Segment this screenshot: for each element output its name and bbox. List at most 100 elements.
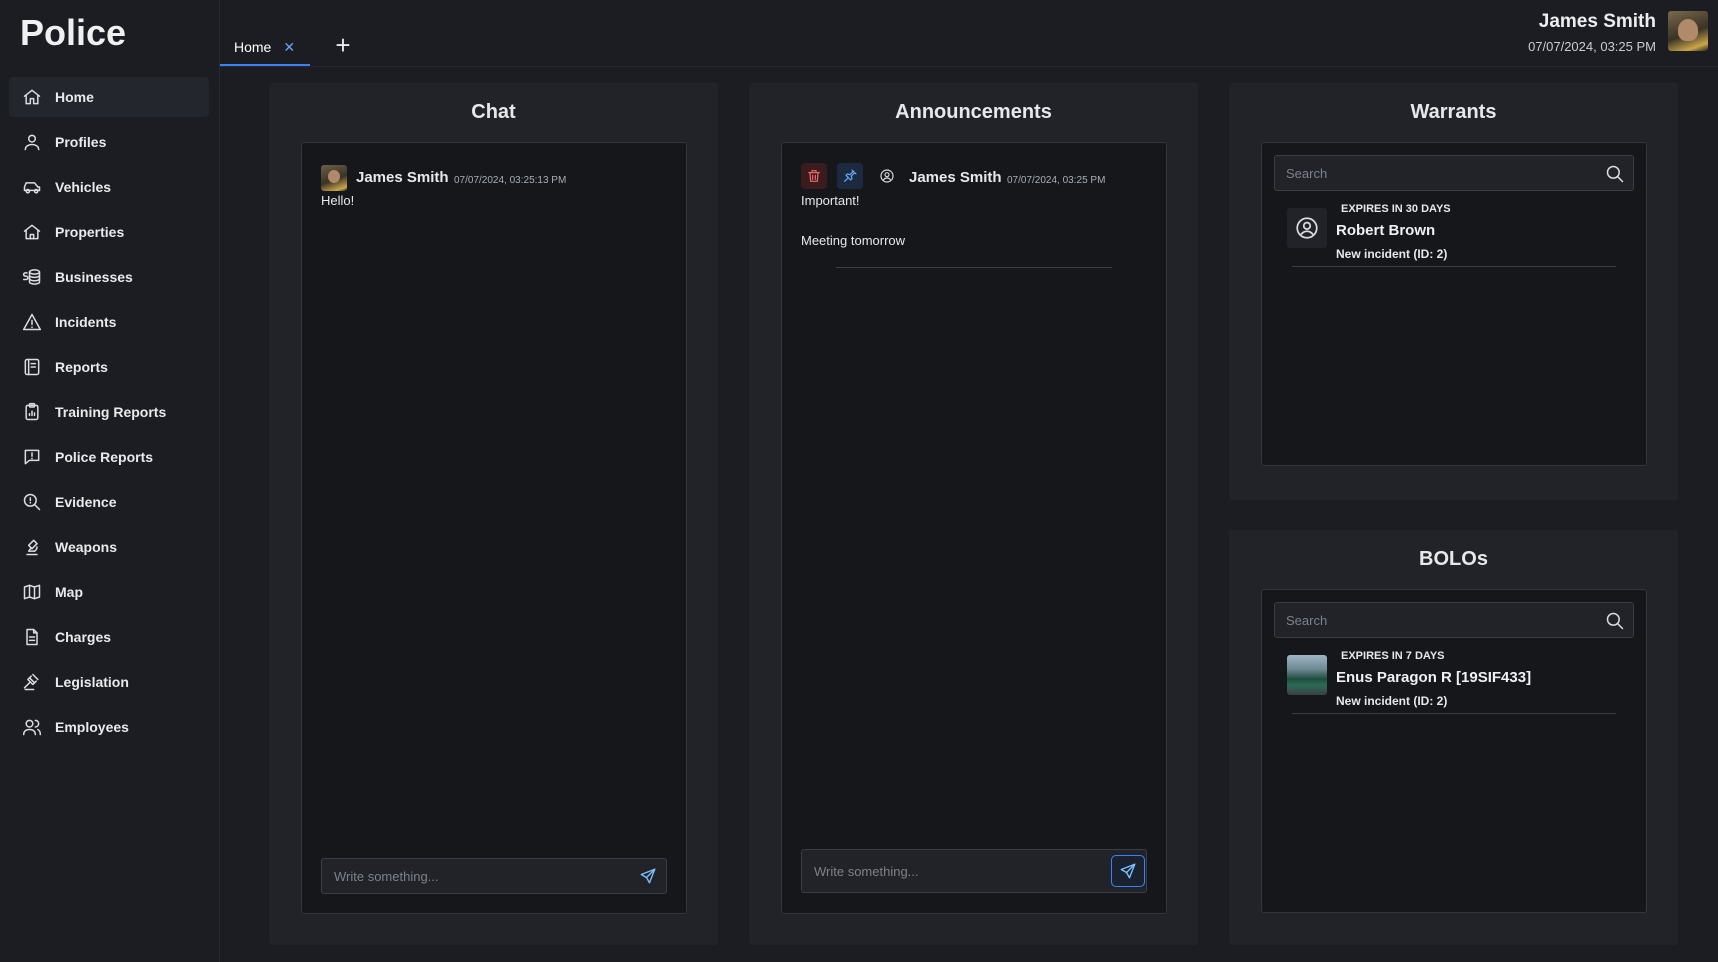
sidebar-item-reports[interactable]: Reports (9, 347, 209, 387)
search-input[interactable] (1286, 156, 1594, 190)
current-datetime: 07/07/2024, 03:25 PM (1528, 39, 1656, 54)
entry-divider (1292, 266, 1616, 267)
sidebar-item-label: Reports (55, 359, 108, 375)
chat-title: Chat (471, 101, 516, 123)
sidebar-item-label: Map (55, 584, 83, 600)
warrants-panel: Warrants EXPIRES IN 30 DAYS Robert Brown… (1229, 83, 1678, 500)
document-icon (21, 626, 43, 648)
sidebar-item-police-reports[interactable]: Police Reports (9, 437, 209, 477)
sidebar-item-home[interactable]: Home (9, 77, 209, 117)
user-icon (21, 131, 43, 153)
top-bar: Home ✕ + James Smith 07/07/2024, 03:25 P… (220, 0, 1718, 67)
sidebar-item-evidence[interactable]: Evidence (9, 482, 209, 522)
bolo-expiry: EXPIRES IN 7 DAYS (1341, 650, 1445, 662)
warning-icon (21, 311, 43, 333)
bolos-list: EXPIRES IN 7 DAYS Enus Paragon R [19SIF4… (1261, 589, 1647, 913)
announcement-input[interactable] (814, 850, 1102, 892)
search-icon[interactable] (1603, 609, 1627, 633)
send-button[interactable] (1111, 855, 1145, 887)
map-icon (21, 581, 43, 603)
warrant-item[interactable]: EXPIRES IN 30 DAYS Robert Brown New inci… (1287, 203, 1616, 267)
clipboard-icon (21, 401, 43, 423)
author-profile-button[interactable] (874, 163, 900, 189)
user-avatar-icon (1287, 208, 1327, 248)
chat-messages: James Smith 07/07/2024, 03:25:13 PM Hell… (301, 142, 687, 914)
avatar[interactable] (1668, 11, 1708, 51)
announcement-heading: Important! (801, 193, 860, 208)
sidebar-item-label: Profiles (55, 134, 107, 150)
chat-message-input[interactable] (334, 859, 622, 893)
tab-label: Home (234, 39, 272, 55)
sidebar-item-label: Police Reports (55, 449, 154, 465)
send-button[interactable] (633, 861, 663, 891)
sidebar-item-label: Employees (55, 719, 129, 735)
sidebar-item-legislation[interactable]: Legislation (9, 662, 209, 702)
sidebar-item-map[interactable]: Map (9, 572, 209, 612)
search-icon[interactable] (1603, 162, 1627, 186)
announcement-compose (801, 849, 1147, 893)
sidebar-item-profiles[interactable]: Profiles (9, 122, 209, 162)
announcements-panel: Announcements James Smith 07/07/2024, 03… (749, 83, 1198, 945)
delete-button[interactable] (801, 163, 827, 189)
announcement-time: 07/07/2024, 03:25 PM (1007, 175, 1106, 186)
add-tab-button[interactable]: + (330, 32, 356, 58)
user-name: James Smith (1538, 11, 1656, 32)
message-author: James Smith (356, 169, 449, 186)
report-icon (21, 356, 43, 378)
warrants-title: Warrants (1410, 101, 1497, 123)
car-icon (21, 176, 43, 198)
sidebar-item-weapons[interactable]: Weapons (9, 527, 209, 567)
pin-button[interactable] (837, 163, 863, 189)
sidebar-item-label: Weapons (55, 539, 117, 555)
sidebar-item-label: Properties (55, 224, 125, 240)
app-title: Police (20, 12, 127, 53)
bolos-panel: BOLOs EXPIRES IN 7 DAYS Enus Paragon R [… (1229, 530, 1678, 945)
warrant-expiry: EXPIRES IN 30 DAYS (1341, 203, 1451, 215)
search-input[interactable] (1286, 603, 1594, 637)
sidebar-item-label: Vehicles (55, 179, 112, 195)
gavel-icon (21, 671, 43, 693)
sidebar-item-incidents[interactable]: Incidents (9, 302, 209, 342)
vehicle-image (1287, 655, 1327, 695)
chat-panel: Chat James Smith 07/07/2024, 03:25:13 PM… (269, 83, 718, 945)
message-text: Hello! (321, 193, 355, 208)
sidebar-item-label: Charges (55, 629, 112, 645)
microscope-icon (21, 536, 43, 558)
bolo-name: Enus Paragon R [19SIF433] (1336, 669, 1532, 686)
home-icon (21, 86, 43, 108)
sidebar-item-charges[interactable]: Charges (9, 617, 209, 657)
bolo-item[interactable]: EXPIRES IN 7 DAYS Enus Paragon R [19SIF4… (1287, 650, 1616, 714)
entry-divider (1292, 713, 1616, 714)
send-icon (640, 868, 656, 884)
sidebar-item-label: Training Reports (55, 404, 167, 420)
magnifier-icon (21, 491, 43, 513)
tab-home[interactable]: Home ✕ (220, 30, 310, 66)
sidebar-item-label: Evidence (55, 494, 117, 510)
chat-compose (321, 858, 667, 894)
sidebar-item-properties[interactable]: Properties (9, 212, 209, 252)
warrant-name: Robert Brown (1336, 222, 1436, 239)
sidebar: Police Home Profiles Vehicles Properties… (0, 0, 220, 962)
sidebar-item-label: Incidents (55, 314, 117, 330)
close-icon[interactable]: ✕ (283, 39, 295, 56)
sidebar-item-label: Businesses (55, 269, 133, 285)
message-time: 07/07/2024, 03:25:13 PM (454, 175, 567, 186)
announcements-title: Announcements (895, 101, 1052, 123)
user-circle-icon (880, 169, 894, 183)
bolos-search (1274, 602, 1634, 638)
warrants-list: EXPIRES IN 30 DAYS Robert Brown New inci… (1261, 142, 1647, 466)
sidebar-item-training-reports[interactable]: Training Reports (9, 392, 209, 432)
sidebar-item-employees[interactable]: Employees (9, 707, 209, 747)
users-icon (21, 716, 43, 738)
sidebar-item-vehicles[interactable]: Vehicles (9, 167, 209, 207)
bolos-title: BOLOs (1419, 548, 1488, 570)
announcements-list: James Smith 07/07/2024, 03:25 PM Importa… (781, 142, 1167, 914)
alert-message-icon (21, 446, 43, 468)
sidebar-item-label: Home (55, 89, 94, 105)
pin-icon (844, 169, 857, 182)
sidebar-nav: Home Profiles Vehicles Properties Busine… (9, 77, 209, 752)
trash-icon (808, 170, 820, 182)
sidebar-item-businesses[interactable]: Businesses (9, 257, 209, 297)
announcement-author: James Smith (909, 169, 1002, 186)
avatar (321, 165, 347, 191)
